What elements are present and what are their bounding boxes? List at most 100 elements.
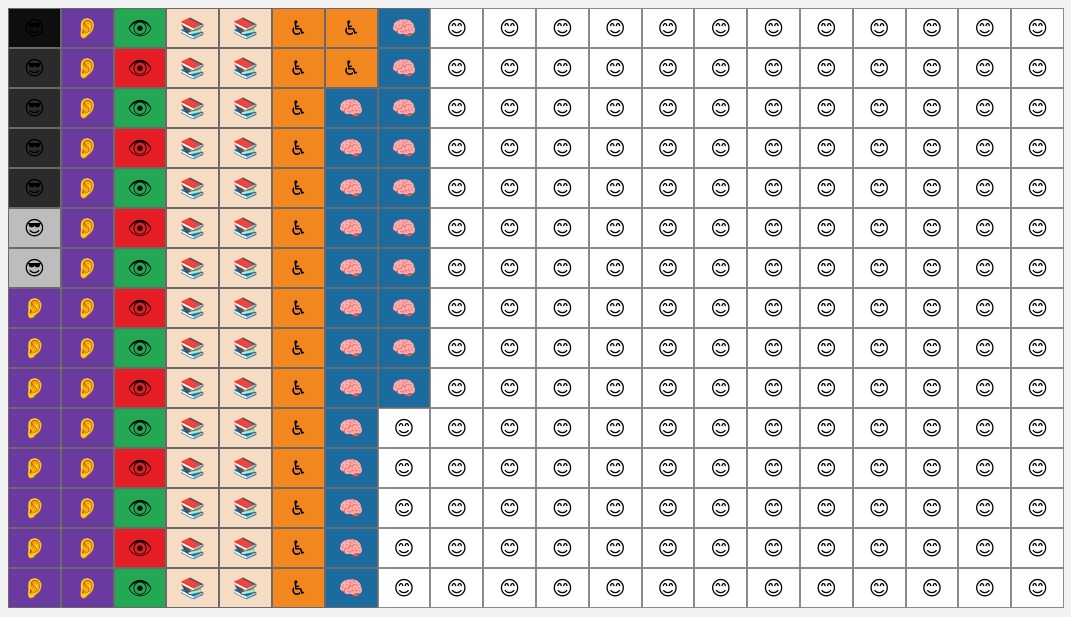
smiley-face-icon: 😊	[499, 456, 520, 480]
smiley-face-icon: 😊	[974, 576, 996, 600]
grid-cell: 📚	[219, 8, 272, 48]
brain-icon: 🧠	[338, 496, 364, 520]
grid-cell: 😊	[852, 408, 906, 448]
grid-cell: 👁	[113, 568, 167, 608]
grid-cell: 😊	[1011, 8, 1064, 48]
grid-cell: 😊	[641, 288, 695, 328]
grid-cell: 😊	[588, 528, 642, 568]
smiley-face-icon: 😊	[710, 536, 732, 560]
smiley-face-icon: 😊	[868, 216, 890, 240]
grid-cell: 😊	[1011, 48, 1064, 88]
grid-cell: 😊	[483, 88, 536, 128]
grid-cell: 😊	[641, 528, 695, 568]
grid-cell: 😊	[641, 328, 695, 368]
smiley-face-icon: 😊	[657, 56, 679, 80]
grid-cell: 😊	[430, 168, 484, 208]
smiley-face-icon: 😊	[1027, 56, 1048, 80]
grid-cell: 📚	[219, 288, 272, 328]
smiley-face-icon: 😊	[921, 56, 943, 80]
grid-cell: 😊	[747, 128, 800, 168]
books-icon: 📚	[180, 456, 206, 480]
grid-cell: 😊	[430, 8, 484, 48]
eye-icon: 👁	[127, 456, 153, 480]
grid-cell: 😊	[483, 48, 536, 88]
smiley-face-icon: 😊	[815, 16, 837, 40]
grid-cell: 😊	[588, 568, 642, 608]
grid-cell: 📚	[219, 488, 272, 528]
books-icon: 📚	[180, 56, 206, 80]
smiley-face-icon: 😊	[604, 96, 626, 120]
grid-cell: 😊	[694, 168, 748, 208]
smiley-face-icon: 😊	[551, 376, 573, 400]
smiley-face-icon: 😊	[446, 416, 468, 440]
smiley-face-icon: 😊	[763, 496, 784, 520]
grid-cell: 😊	[641, 8, 695, 48]
grid-cell: 😊	[747, 288, 800, 328]
grid-cell: 👂	[60, 248, 114, 288]
books-icon: 📚	[233, 536, 259, 560]
books-icon: 📚	[180, 576, 206, 600]
grid-cell: 😊	[430, 368, 484, 408]
grid-cell: 😊	[1011, 328, 1064, 368]
smiley-face-icon: 😊	[657, 416, 679, 440]
books-icon: 📚	[233, 56, 259, 80]
grid-cell: 😊	[799, 408, 853, 448]
grid-cell: 😊	[905, 128, 959, 168]
grid-cell: 📚	[166, 408, 220, 448]
grid-cell: 📚	[166, 528, 220, 568]
smiley-face-icon: 😊	[446, 496, 468, 520]
grid-cell: 📚	[219, 408, 272, 448]
smiley-face-icon: 😊	[657, 96, 679, 120]
smiley-face-icon: 😊	[499, 496, 520, 520]
smiley-face-icon: 😊	[446, 536, 468, 560]
grid-cell: 🧠	[324, 368, 378, 408]
smiley-face-icon: 😊	[974, 496, 996, 520]
grid-cell: 🧠	[324, 488, 378, 528]
ear-icon: 👂	[21, 336, 47, 360]
grid-cell: 📚	[219, 168, 272, 208]
grid-cell: 😊	[694, 248, 748, 288]
smiley-face-icon: 😊	[499, 216, 520, 240]
smiley-face-icon: 😊	[815, 496, 837, 520]
smiley-face-icon: 😊	[921, 576, 943, 600]
smiley-face-icon: 😊	[868, 176, 890, 200]
wheelchair-icon: ♿	[289, 456, 308, 480]
ear-icon: 👂	[21, 416, 47, 440]
smiley-face-icon: 😊	[657, 576, 679, 600]
grid-cell: 😊	[641, 368, 695, 408]
grid-cell: 😊	[1011, 408, 1064, 448]
smiley-face-icon: 😊	[974, 376, 996, 400]
smiley-face-icon: 😊	[604, 416, 626, 440]
smiley-face-icon: 😊	[551, 496, 573, 520]
grid-cell: 📚	[219, 368, 272, 408]
brain-icon: 🧠	[338, 256, 364, 280]
smiley-face-icon: 😊	[499, 256, 520, 280]
grid-cell: 👂	[8, 568, 61, 608]
grid-cell: 😊	[641, 208, 695, 248]
grid-cell: 😊	[799, 208, 853, 248]
smiley-face-icon: 😊	[815, 176, 837, 200]
smiley-face-icon: 😊	[1027, 96, 1048, 120]
ear-icon: 👂	[74, 496, 100, 520]
grid-cell: 😊	[799, 328, 853, 368]
smiley-face-icon: 😊	[1027, 256, 1048, 280]
smiley-face-icon: 😊	[604, 16, 626, 40]
grid-cell: 🧠	[324, 408, 378, 448]
books-icon: 📚	[180, 496, 206, 520]
smiley-face-icon: 😊	[710, 376, 732, 400]
grid-cell: 😊	[852, 528, 906, 568]
grid-cell: 📚	[166, 128, 220, 168]
grid-cell: 😊	[747, 368, 800, 408]
books-icon: 📚	[180, 296, 206, 320]
grid-cell: 🧠	[324, 288, 378, 328]
grid-cell: ♿	[324, 48, 378, 88]
grid-cell: 😊	[483, 128, 536, 168]
grid-cell: 🧠	[324, 328, 378, 368]
smiley-face-icon: 😊	[921, 496, 943, 520]
grid-cell: ♿	[271, 8, 325, 48]
grid-cell: 😊	[958, 488, 1012, 528]
grid-cell: 😊	[641, 88, 695, 128]
books-icon: 📚	[233, 176, 259, 200]
brain-icon: 🧠	[338, 216, 364, 240]
eye-icon: 👁	[127, 136, 153, 160]
